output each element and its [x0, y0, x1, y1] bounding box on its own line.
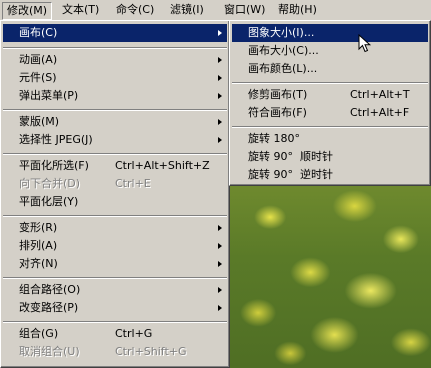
menu-item-popup-menu[interactable]: 弹出菜单(P)	[3, 87, 227, 105]
menu-item-animation[interactable]: 动画(A)	[3, 51, 227, 69]
menu-item-mask[interactable]: 蒙版(M)	[3, 113, 227, 131]
menu-separator	[3, 153, 227, 155]
menu-item-image-size[interactable]: 图象大小(I)...	[232, 24, 428, 42]
menu-item-arrange[interactable]: 排列(A)	[3, 237, 227, 255]
menu-item-alter-path[interactable]: 改变路径(P)	[3, 299, 227, 317]
menu-item-label: 旋转 180°	[248, 132, 300, 145]
menu-item-shortcut: Ctrl+Alt+Shift+Z	[115, 159, 210, 172]
canvas-submenu: 图象大小(I)... 画布大小(C)... 画布颜色(L)... 修剪画布(T)…	[229, 20, 431, 186]
menu-separator	[232, 82, 428, 84]
menubar-commands[interactable]: 命令(C)	[112, 2, 158, 18]
submenu-arrow-icon	[218, 305, 222, 311]
submenu-arrow-icon	[218, 119, 222, 125]
submenu-arrow-icon	[218, 225, 222, 231]
menu-item-label: 组合路径(O)	[19, 283, 81, 296]
menu-separator	[3, 215, 227, 217]
menu-item-rotate-180[interactable]: 旋转 180°	[232, 130, 428, 148]
menu-item-label: 平面化所选(F)	[19, 159, 89, 172]
menu-item-label: 向下合并(D)	[19, 177, 81, 190]
menu-separator	[3, 277, 227, 279]
menu-item-group[interactable]: 组合(G) Ctrl+G	[3, 325, 227, 343]
menu-item-shortcut: Ctrl+Shift+G	[115, 345, 187, 358]
menu-item-ungroup: 取消组合(U) Ctrl+Shift+G	[3, 343, 227, 361]
menu-separator	[3, 321, 227, 323]
menu-item-label: 排列(A)	[19, 239, 58, 252]
menu-item-shortcut: Ctrl+G	[115, 327, 153, 340]
menu-item-rotate-90-cw[interactable]: 旋转 90° 顺时针	[232, 148, 428, 166]
menu-item-label: 画布大小(C)...	[248, 44, 319, 57]
submenu-arrow-icon	[218, 137, 222, 143]
menu-item-merge-down: 向下合并(D) Ctrl+E	[3, 175, 227, 193]
menu-item-label: 变形(R)	[19, 221, 58, 234]
menu-item-label: 对齐(N)	[19, 257, 58, 270]
menu-item-label: 符合画布(F)	[248, 106, 307, 119]
menu-item-trim-canvas[interactable]: 修剪画布(T) Ctrl+Alt+T	[232, 86, 428, 104]
submenu-arrow-icon	[218, 75, 222, 81]
menu-item-label: 动画(A)	[19, 53, 58, 66]
submenu-arrow-icon	[218, 30, 222, 36]
canvas-photo-rapeseed	[230, 184, 431, 368]
submenu-arrow-icon	[218, 261, 222, 267]
submenu-arrow-icon	[218, 57, 222, 63]
menu-item-label: 元件(S)	[19, 71, 57, 84]
menu-item-align[interactable]: 对齐(N)	[3, 255, 227, 273]
menu-item-rotate-90-ccw[interactable]: 旋转 90° 逆时针	[232, 166, 428, 184]
menu-item-label: 修剪画布(T)	[248, 88, 308, 101]
menubar-filters[interactable]: 滤镜(I)	[166, 2, 208, 18]
menu-item-label: 蒙版(M)	[19, 115, 60, 128]
menu-item-label: 旋转 90° 逆时针	[248, 168, 333, 181]
menu-item-flatten-selection[interactable]: 平面化所选(F) Ctrl+Alt+Shift+Z	[3, 157, 227, 175]
submenu-arrow-icon	[218, 287, 222, 293]
menu-item-selective-jpeg[interactable]: 选择性 JPEG(J)	[3, 131, 227, 149]
menu-item-label: 选择性 JPEG(J)	[19, 133, 93, 146]
menu-item-shortcut: Ctrl+Alt+F	[350, 106, 410, 119]
menu-item-fit-canvas[interactable]: 符合画布(F) Ctrl+Alt+F	[232, 104, 428, 122]
menu-bar: 修改(M) 文本(T) 命令(C) 滤镜(I) 窗口(W) 帮助(H)	[0, 0, 431, 21]
menu-item-label: 图象大小(I)...	[248, 26, 315, 39]
menu-item-canvas-size[interactable]: 画布大小(C)...	[232, 42, 428, 60]
menu-item-label: 画布颜色(L)...	[248, 62, 318, 75]
menu-item-canvas[interactable]: 画布(C)	[3, 24, 227, 42]
submenu-arrow-icon	[218, 93, 222, 99]
menubar-text[interactable]: 文本(T)	[58, 2, 103, 18]
menubar-help[interactable]: 帮助(H)	[274, 2, 321, 18]
menu-item-label: 取消组合(U)	[19, 345, 80, 358]
modify-menu: 画布(C) 动画(A) 元件(S) 弹出菜单(P) 蒙版(M) 选择性 JPEG…	[0, 20, 230, 368]
menu-item-label: 改变路径(P)	[19, 301, 79, 314]
menu-separator	[232, 126, 428, 128]
menu-separator	[3, 109, 227, 111]
mouse-cursor-icon	[358, 34, 372, 53]
menu-item-label: 画布(C)	[19, 26, 58, 39]
menu-item-transform[interactable]: 变形(R)	[3, 219, 227, 237]
menubar-modify[interactable]: 修改(M)	[2, 2, 53, 20]
menu-item-symbol[interactable]: 元件(S)	[3, 69, 227, 87]
submenu-arrow-icon	[218, 243, 222, 249]
menu-item-label: 组合(G)	[19, 327, 59, 340]
menubar-window[interactable]: 窗口(W)	[220, 2, 269, 18]
menu-item-flatten-layers[interactable]: 平面化层(Y)	[3, 193, 227, 211]
menu-item-label: 旋转 90° 顺时针	[248, 150, 333, 163]
menu-item-shortcut: Ctrl+Alt+T	[350, 88, 410, 101]
menu-item-combine-paths[interactable]: 组合路径(O)	[3, 281, 227, 299]
menu-separator	[3, 47, 227, 49]
menu-item-label: 弹出菜单(P)	[19, 89, 79, 102]
menu-item-shortcut: Ctrl+E	[115, 177, 151, 190]
menu-item-label: 平面化层(Y)	[19, 195, 79, 208]
menu-item-canvas-color[interactable]: 画布颜色(L)...	[232, 60, 428, 78]
